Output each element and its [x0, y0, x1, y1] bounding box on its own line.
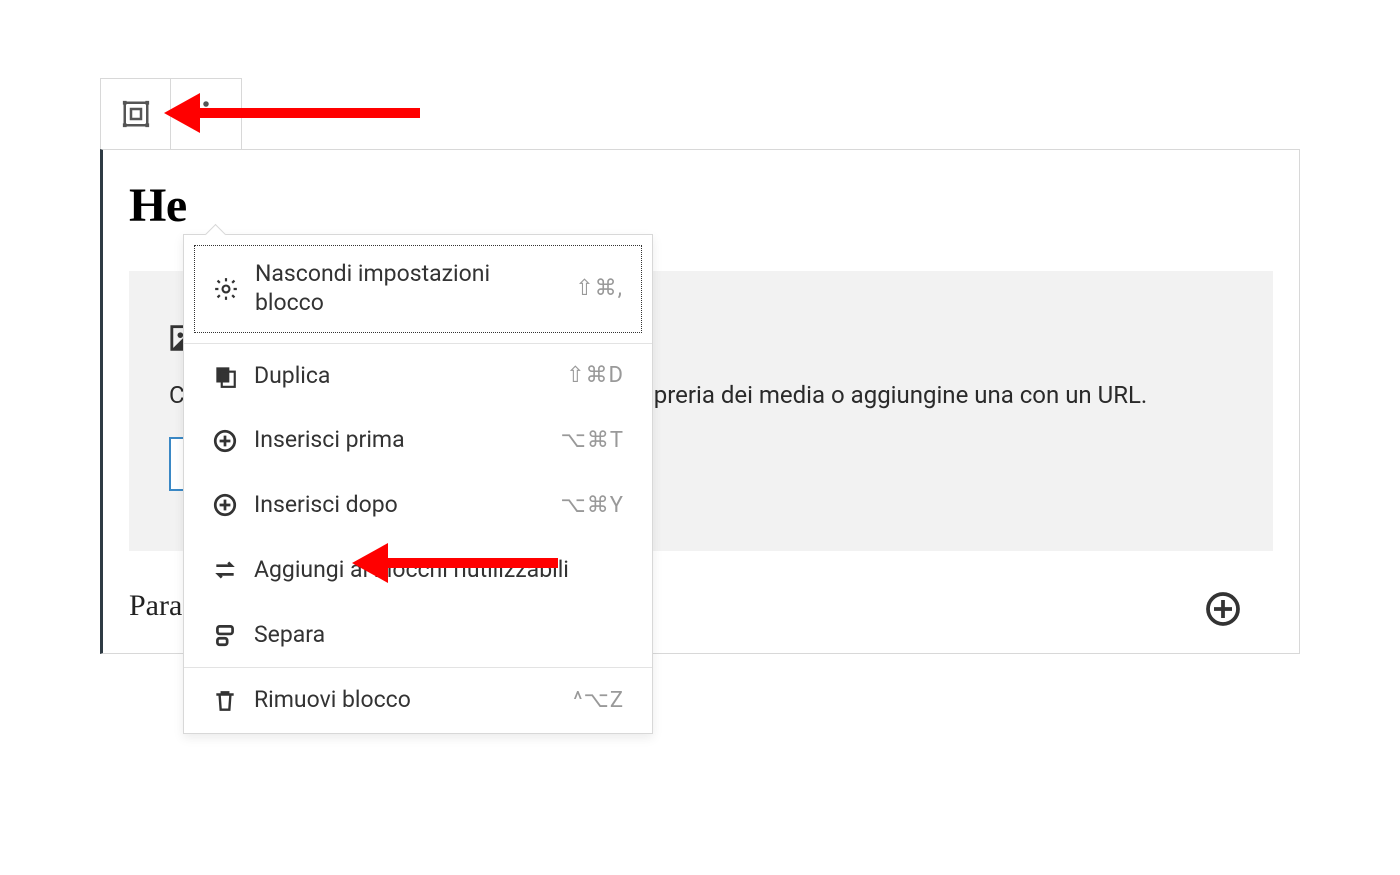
block-options-menu: Nascondi impostazioni blocco ⇧⌘, Duplica… — [183, 234, 653, 734]
menu-item-label: Rimuovi blocco — [254, 686, 557, 715]
reusable-icon — [212, 557, 238, 583]
menu-item-shortcut: ⇧⌘D — [566, 363, 624, 388]
insert-before-icon — [212, 428, 238, 454]
menu-item-label: Duplica — [254, 362, 550, 391]
menu-item-shortcut: ^⌥Z — [573, 688, 624, 713]
menu-item-label: Inserisci prima — [254, 426, 545, 455]
menu-item-shortcut: ⇧⌘, — [575, 276, 623, 301]
menu-insert-after[interactable]: Inserisci dopo ⌥⌘Y — [184, 473, 652, 538]
gear-icon — [213, 276, 239, 302]
menu-separate[interactable]: Separa — [184, 603, 652, 668]
menu-item-label: Inserisci dopo — [254, 491, 544, 520]
annotation-arrow-separa — [348, 538, 578, 588]
group-icon — [121, 99, 151, 129]
editor-canvas: He Carica un file immagine, scegline uno… — [100, 149, 1300, 654]
annotation-arrow-top — [160, 88, 440, 138]
heading-block[interactable]: He — [129, 178, 1273, 233]
trash-icon — [212, 688, 238, 714]
menu-duplicate[interactable]: Duplica ⇧⌘D — [184, 343, 652, 409]
plus-circle-icon — [1205, 591, 1241, 627]
menu-item-shortcut: ⌥⌘T — [561, 428, 624, 453]
insert-after-icon — [212, 492, 238, 518]
menu-insert-before[interactable]: Inserisci prima ⌥⌘T — [184, 408, 652, 473]
ungroup-icon — [212, 622, 238, 648]
add-block-button[interactable] — [1203, 589, 1243, 629]
menu-item-shortcut: ⌥⌘Y — [560, 493, 624, 518]
menu-hide-settings[interactable]: Nascondi impostazioni blocco ⇧⌘, — [194, 245, 642, 333]
menu-remove[interactable]: Rimuovi blocco ^⌥Z — [184, 667, 652, 733]
menu-item-label: Nascondi impostazioni blocco — [255, 260, 559, 318]
menu-item-label: Separa — [254, 621, 608, 650]
duplicate-icon — [212, 363, 238, 389]
